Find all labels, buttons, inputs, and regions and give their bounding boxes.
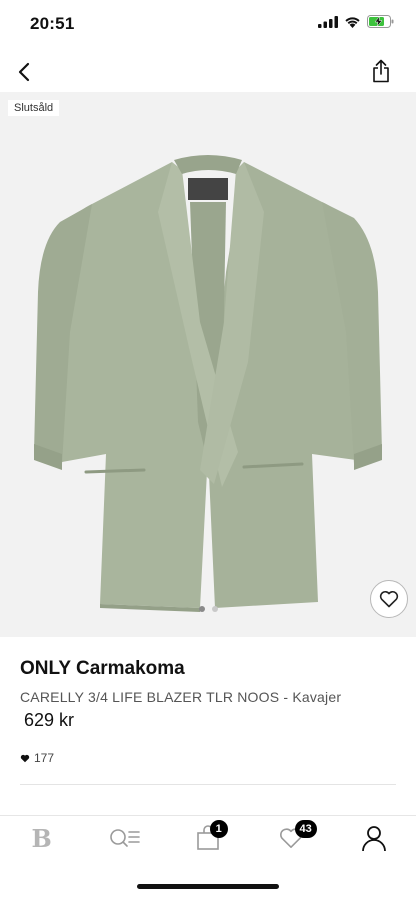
divider	[20, 784, 396, 785]
signal-icon	[318, 15, 338, 28]
brand-logo-icon: B	[31, 823, 52, 853]
carousel-dot-active[interactable]	[198, 606, 205, 612]
product-name: CARELLY 3/4 LIFE BLAZER TLR NOOS - Kavaj…	[20, 689, 342, 705]
status-icons	[318, 15, 394, 28]
user-icon	[362, 826, 387, 852]
blazer-illustration	[34, 155, 382, 612]
cart-badge: 1	[209, 820, 228, 838]
home-indicator[interactable]	[137, 884, 279, 889]
tab-favorites[interactable]: 43	[250, 816, 333, 860]
wifi-icon	[345, 16, 360, 28]
product-price: 629 kr	[24, 710, 75, 730]
share-button[interactable]	[368, 56, 394, 86]
sold-out-badge: Slutsåld	[8, 100, 60, 116]
heart-outline-icon	[379, 590, 399, 608]
likes-count: 177	[20, 751, 54, 765]
search-icon	[109, 829, 140, 847]
status-time: 20:51	[30, 14, 75, 33]
carousel-dot[interactable]	[211, 606, 218, 612]
share-icon	[373, 59, 389, 83]
chevron-left-icon	[18, 62, 30, 82]
wishlist-button[interactable]	[370, 580, 408, 618]
back-button[interactable]	[10, 58, 38, 86]
heart-filled-icon	[20, 754, 30, 762]
tab-home[interactable]: B	[0, 816, 83, 860]
top-nav	[0, 50, 416, 92]
tab-cart[interactable]: 1	[166, 816, 249, 860]
carousel-dots	[0, 606, 416, 612]
battery-charging-icon	[367, 15, 394, 28]
product-brand[interactable]: ONLY Carmakoma	[20, 658, 185, 680]
tab-profile[interactable]	[333, 816, 416, 860]
likes-value: 177	[34, 751, 55, 765]
tab-bar: B 1 43	[0, 815, 416, 860]
favorites-badge: 43	[294, 820, 317, 838]
product-image[interactable]: Slutsåld	[0, 92, 416, 637]
tab-search[interactable]	[83, 816, 166, 860]
status-bar: 20:51	[0, 0, 416, 50]
